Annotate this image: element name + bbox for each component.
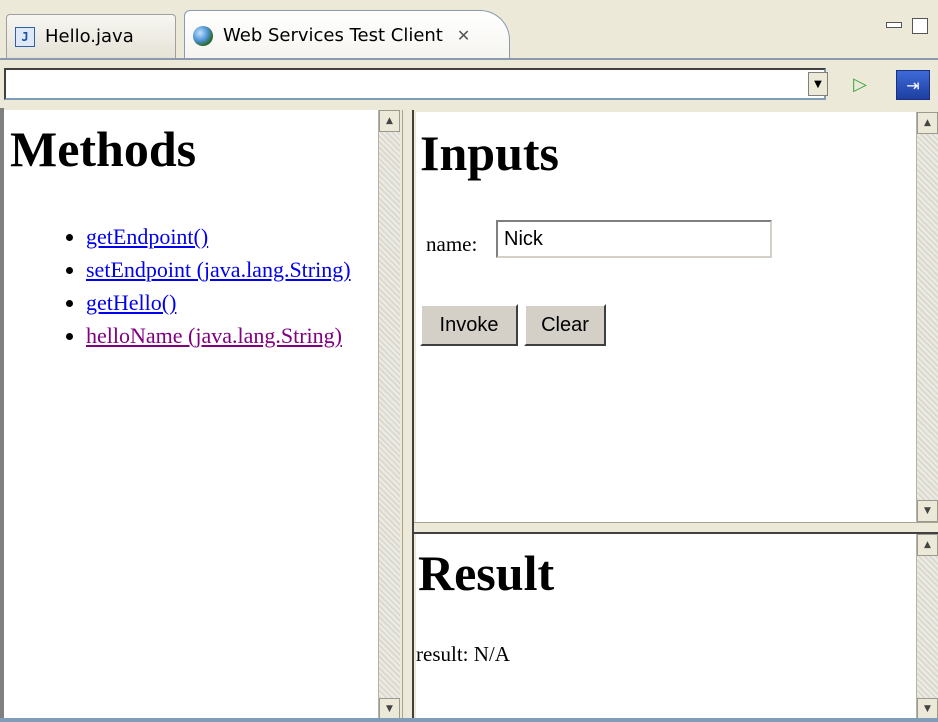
inputs-scrollbar[interactable]: ▲ ▼ — [916, 112, 938, 522]
tab-label: Hello.java — [45, 26, 134, 47]
tab-divider — [0, 58, 938, 60]
frame-border — [0, 108, 4, 722]
method-link-setendpoint[interactable]: setEndpoint (java.lang.String) — [86, 257, 351, 282]
frame-border — [0, 718, 938, 722]
minimize-icon[interactable] — [886, 22, 902, 28]
url-toolbar: ▼ ▷ ⇥ — [0, 62, 938, 108]
maximize-icon[interactable] — [912, 18, 928, 34]
method-link-helloname[interactable]: helloName (java.lang.String) — [86, 323, 342, 348]
chevron-down-icon[interactable]: ▼ — [808, 72, 828, 96]
tab-hello-java[interactable]: J Hello.java — [6, 14, 176, 58]
list-item: getEndpoint() — [86, 220, 378, 253]
list-item: getHello() — [86, 286, 378, 319]
globe-icon — [193, 25, 213, 46]
play-icon[interactable]: ▷ — [850, 72, 870, 96]
method-list: getEndpoint() setEndpoint (java.lang.Str… — [62, 220, 378, 352]
tab-label: Web Services Test Client — [223, 25, 443, 46]
close-icon[interactable]: ✕ — [457, 26, 470, 45]
result-frame: Result result: N/A — [416, 534, 916, 720]
name-input[interactable] — [496, 220, 772, 258]
result-text: result: N/A — [416, 642, 510, 666]
url-input[interactable] — [4, 68, 826, 100]
methods-frame: Methods getEndpoint() setEndpoint (java.… — [4, 110, 378, 720]
scroll-up-icon[interactable]: ▲ — [917, 534, 938, 556]
scroll-up-icon[interactable]: ▲ — [379, 110, 400, 132]
scroll-up-icon[interactable]: ▲ — [917, 112, 938, 134]
clear-button[interactable]: Clear — [524, 304, 606, 346]
methods-title: Methods — [10, 121, 197, 177]
view-controls — [878, 18, 938, 38]
editor-tab-bar: J Hello.java Web Services Test Client ✕ — [0, 0, 938, 62]
list-item: helloName (java.lang.String) — [86, 319, 378, 352]
result-title: Result — [418, 545, 555, 601]
java-file-icon: J — [15, 26, 35, 47]
inputs-title: Inputs — [420, 125, 559, 181]
horizontal-splitter[interactable] — [414, 522, 938, 534]
navigate-icon[interactable]: ⇥ — [896, 70, 930, 100]
invoke-button[interactable]: Invoke — [420, 304, 518, 346]
list-item: setEndpoint (java.lang.String) — [86, 253, 378, 286]
vertical-splitter[interactable] — [402, 110, 414, 722]
scroll-down-icon[interactable]: ▼ — [379, 698, 400, 720]
method-link-getendpoint[interactable]: getEndpoint() — [86, 224, 208, 249]
name-label: name: — [426, 232, 478, 256]
result-scrollbar[interactable]: ▲ ▼ — [916, 534, 938, 720]
inputs-frame: Inputs name: Invoke Clear — [416, 112, 916, 522]
methods-scrollbar[interactable]: ▲ ▼ — [378, 110, 400, 720]
method-link-gethello[interactable]: getHello() — [86, 290, 176, 315]
tab-web-services-test-client[interactable]: Web Services Test Client ✕ — [184, 10, 510, 60]
scroll-down-icon[interactable]: ▼ — [917, 698, 938, 720]
scroll-down-icon[interactable]: ▼ — [917, 500, 938, 522]
